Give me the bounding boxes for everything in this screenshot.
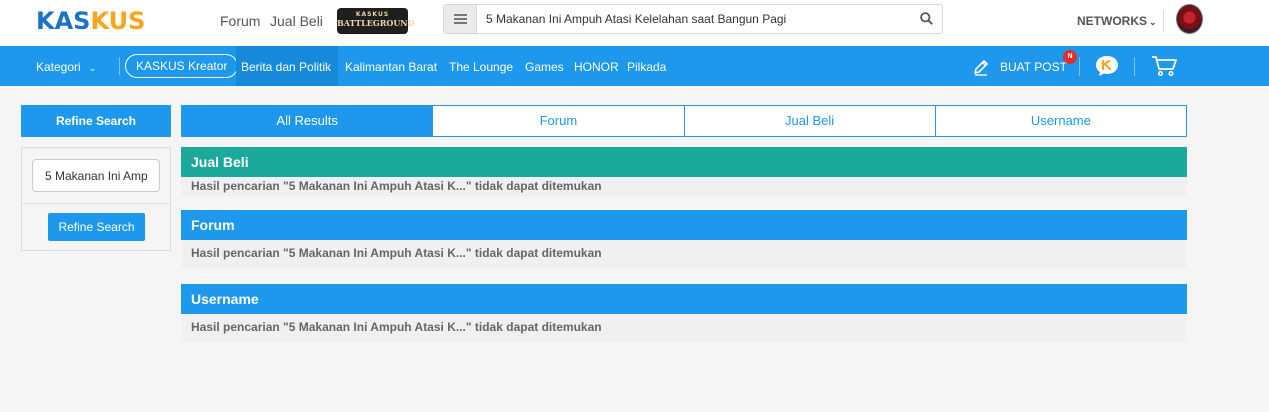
divider bbox=[1079, 57, 1080, 76]
section-title-username: Username bbox=[181, 284, 1187, 314]
buat-post-button[interactable]: BUAT POST bbox=[1000, 60, 1067, 74]
top-link-jual-beli[interactable]: Jual Beli bbox=[270, 13, 323, 29]
category-navbar: Kategori ⌄ KASKUS Kreator Berita dan Poli… bbox=[0, 46, 1269, 86]
refine-search-input[interactable] bbox=[32, 159, 160, 192]
divider bbox=[1163, 10, 1164, 32]
top-header: KASKUS Forum Jual Beli KASKUS BATTLEGROU… bbox=[0, 0, 1269, 46]
refine-search-panel: Refine Search bbox=[21, 147, 171, 251]
refine-search-title: Refine Search bbox=[21, 105, 171, 137]
nav-item-kalimantan-barat[interactable]: Kalimantan Barat bbox=[345, 60, 437, 74]
tab-username[interactable]: Username bbox=[935, 105, 1187, 137]
networks-dropdown[interactable]: NETWORKS ⌄ bbox=[1077, 14, 1157, 28]
tab-all-results[interactable]: All Results bbox=[181, 105, 434, 137]
section-title-jual-beli: Jual Beli bbox=[181, 147, 1187, 177]
kategori-dropdown[interactable]: Kategori ⌄ bbox=[36, 60, 96, 74]
section-message-username: Hasil pencarian "5 Makanan Ini Ampuh Ata… bbox=[181, 314, 1187, 342]
top-link-forum[interactable]: Forum bbox=[220, 13, 260, 29]
avatar[interactable] bbox=[1176, 4, 1203, 34]
chat-icon[interactable] bbox=[1095, 55, 1119, 77]
notification-badge: N bbox=[1063, 50, 1077, 64]
divider bbox=[1134, 57, 1135, 76]
nav-item-the-lounge[interactable]: The Lounge bbox=[449, 60, 513, 74]
divider bbox=[22, 203, 170, 204]
search-icon[interactable] bbox=[920, 12, 933, 25]
nav-item-honor[interactable]: HONOR bbox=[574, 60, 619, 74]
chevron-down-icon: ⌄ bbox=[88, 63, 97, 73]
divider bbox=[119, 57, 120, 75]
chevron-down-icon: ⌄ bbox=[1149, 17, 1157, 27]
section-message-jual-beli: Hasil pencarian "5 Makanan Ini Ampuh Ata… bbox=[181, 177, 1187, 196]
nav-item-berita-politik[interactable]: Berita dan Politik bbox=[236, 46, 338, 86]
kaskus-kreator-button[interactable]: KASKUS Kreator bbox=[125, 54, 239, 78]
nav-item-pilkada[interactable]: Pilkada bbox=[627, 60, 666, 74]
section-title-forum: Forum bbox=[181, 210, 1187, 240]
battleground-logo[interactable]: KASKUS BATTLEGROUND bbox=[337, 8, 415, 34]
search-bar[interactable]: 5 Makanan Ini Ampuh Atasi Kelelahan saat… bbox=[443, 4, 943, 34]
section-message-forum: Hasil pencarian "5 Makanan Ini Ampuh Ata… bbox=[181, 240, 1187, 268]
pencil-icon[interactable] bbox=[972, 58, 990, 76]
search-input[interactable]: 5 Makanan Ini Ampuh Atasi Kelelahan saat… bbox=[486, 12, 786, 26]
tab-forum[interactable]: Forum bbox=[433, 105, 685, 137]
tab-jual-beli[interactable]: Jual Beli bbox=[684, 105, 936, 137]
nav-item-games[interactable]: Games bbox=[525, 60, 564, 74]
refine-search-button[interactable]: Refine Search bbox=[48, 213, 145, 241]
cart-icon[interactable] bbox=[1151, 55, 1177, 77]
result-tabs: All Results Forum Jual Beli Username bbox=[181, 105, 1187, 137]
kaskus-logo[interactable]: KASKUS bbox=[36, 9, 145, 33]
hamburger-icon[interactable] bbox=[444, 5, 477, 33]
